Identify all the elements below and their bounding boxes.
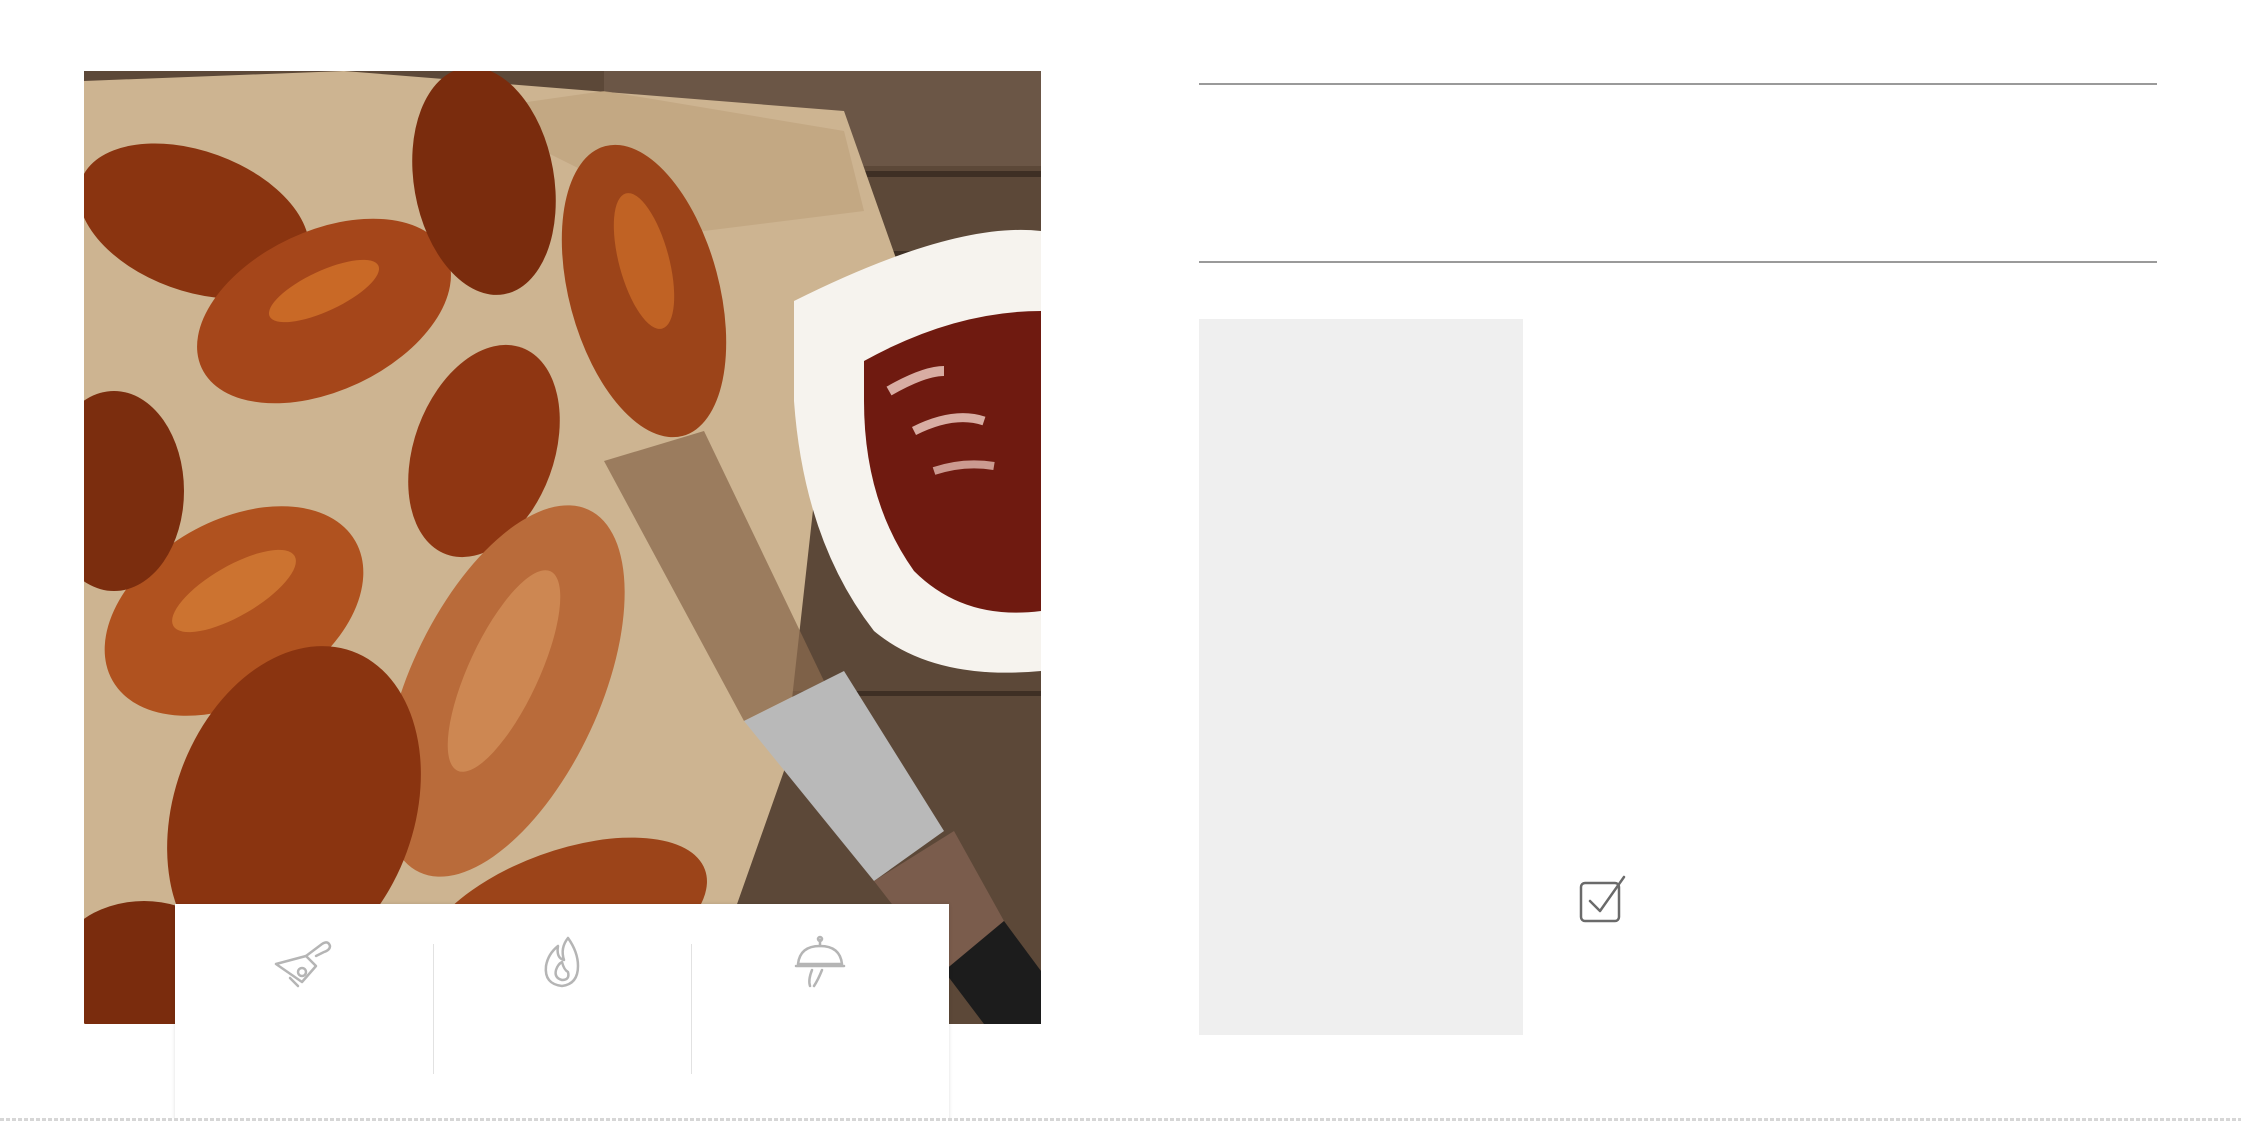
serving-cloche-icon (792, 934, 848, 990)
recipe-page (0, 0, 2241, 1121)
hero-food-image (84, 71, 1041, 1024)
flame-icon (538, 934, 586, 990)
ingredients-panel (1199, 319, 1523, 1035)
checkbox-checked-icon[interactable] (1578, 875, 1628, 925)
recipe-title (1199, 110, 2157, 240)
info-cook-time (433, 904, 691, 1121)
recipe-info-card (175, 904, 949, 1121)
directions-section (1560, 319, 2157, 1035)
direction-checkbox-row[interactable] (1578, 875, 1644, 925)
title-bottom-divider (1199, 261, 2157, 263)
info-prep-time (175, 904, 433, 1121)
info-servings (691, 904, 949, 1121)
title-top-divider (1199, 83, 2157, 85)
prep-knife-icon (272, 934, 336, 990)
